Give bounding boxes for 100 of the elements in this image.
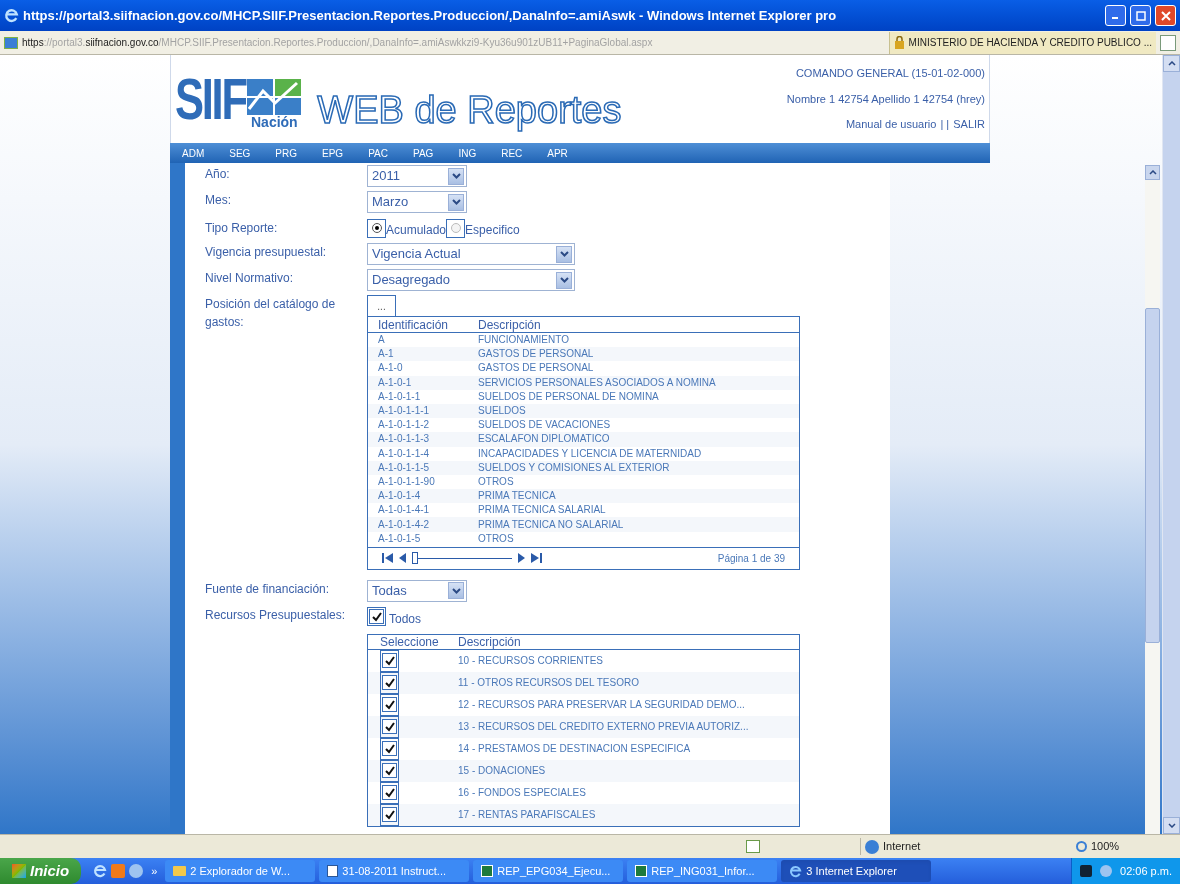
browse-button[interactable]: ...	[367, 295, 396, 317]
chart-logo-icon	[247, 79, 302, 115]
last-page-icon[interactable]	[531, 553, 542, 564]
page-slider-thumb[interactable]	[412, 552, 418, 565]
field-label: Fuente de financiación:	[205, 580, 331, 598]
nav-menu-item[interactable]: ADM	[182, 145, 205, 161]
overflow-chevron[interactable]: »	[151, 862, 158, 880]
checkbox[interactable]	[382, 675, 397, 691]
maximize-icon	[1135, 10, 1146, 21]
field-label: Posición del catálogo de gastos:	[205, 296, 337, 331]
compatibility-icon[interactable]	[1160, 34, 1176, 51]
table-cell-text: A-1-0-1-4-2	[378, 519, 431, 530]
page-icon	[4, 36, 18, 49]
header-link[interactable]: SALIR	[953, 116, 985, 133]
checkbox[interactable]	[369, 609, 384, 625]
table-cell: INCAPACIDADES Y LICENCIA DE MATERNIDAD	[478, 448, 702, 459]
security-zone-text: Internet	[883, 839, 921, 855]
table-cell-text: A-1-0	[378, 363, 404, 374]
table-cell-text: 12 - RECURSOS PARA PRESERVAR LA SEGURIDAD DEMO...	[458, 698, 745, 713]
nav-menu-item[interactable]: APR	[547, 145, 568, 161]
radio-button[interactable]	[450, 223, 461, 233]
checkbox[interactable]	[382, 785, 397, 801]
start-button[interactable]: Inicio	[0, 858, 82, 884]
taskbar-button[interactable]: 3 Internet Explorer	[781, 860, 932, 882]
table-cell: SERVICIOS PERSONALES ASOCIADOS A NOMINA	[478, 377, 716, 388]
header-link[interactable]: Manual de usuario	[845, 116, 937, 133]
table-cell: SUELDOS	[478, 406, 526, 417]
maximize-button[interactable]	[1130, 5, 1151, 26]
field-label: Tipo Reporte:	[205, 220, 279, 237]
spreadsheet-icon	[635, 865, 648, 877]
close-button[interactable]	[1155, 5, 1176, 26]
table-cell: FUNCIONAMIENTO	[478, 335, 569, 346]
next-page-icon[interactable]	[518, 553, 525, 564]
taskbar-button[interactable]: 2 Explorador de W...	[165, 860, 316, 882]
padlock-icon	[893, 36, 905, 49]
checkbox[interactable]	[382, 741, 397, 757]
checkbox[interactable]	[382, 807, 397, 823]
address-field[interactable]: https://portal3.siifnacion.gov.co/MHCP.SIIF.Presentacion.Reportes.Produccion/,DanaInfo=.amiAswkkzi9-Kyu36u901zUB11+PaginaGlobal.aspx	[22, 35, 885, 50]
field-label: Mes:	[205, 192, 232, 209]
table-cell-text: A-1-0-1-1	[378, 391, 422, 402]
logo-text: SIIF	[175, 69, 246, 129]
taskbar-button[interactable]: REP_ING031_Infor...	[627, 860, 778, 882]
nav-menu-item[interactable]: PAC	[368, 145, 388, 161]
dropdown-field[interactable]: Vigencia Actual	[367, 243, 575, 265]
browser-icon[interactable]	[93, 864, 108, 878]
field-label: Vigencia presupuestal:	[205, 244, 328, 261]
nav-menu-item[interactable]: REC	[501, 145, 523, 161]
table-cell-text: 17 - RENTAS PARAFISCALES	[458, 808, 596, 823]
folder-icon	[173, 866, 187, 876]
table-cell-text: 10 - RECURSOS CORRIENTES	[458, 654, 604, 669]
user-info-text: COMANDO GENERAL (15-01-02-000)	[795, 66, 985, 82]
browser-icon[interactable]	[789, 864, 803, 878]
nav-menu-item[interactable]: EPG	[322, 145, 344, 161]
table-cell-text: A-1-0-1	[378, 377, 413, 388]
dropdown-field[interactable]: 2011	[367, 165, 467, 187]
checkbox[interactable]	[382, 653, 397, 669]
table-cell-text: A-1-0-1-1-1	[378, 406, 431, 417]
dropdown-field[interactable]: Desagregado	[367, 269, 575, 291]
table-cell: PRIMA TECNICA	[478, 491, 556, 502]
table-cell: ESCALAFON DIPLOMATICO	[478, 434, 610, 445]
user-info-text: Nombre 1 42754 Apellido 1 42754 (hrey)	[786, 91, 985, 107]
table-cell-text: 14 - PRESTAMOS DE DESTINACION ESPECIFICA	[458, 742, 691, 757]
field-label: Año:	[205, 166, 231, 183]
scroll-down-icon[interactable]	[1163, 817, 1180, 834]
scroll-up-icon[interactable]	[1163, 55, 1180, 72]
checkbox[interactable]	[382, 763, 397, 779]
table-cell-text: A-1-0-1-1-5	[378, 462, 431, 473]
first-page-icon[interactable]	[382, 553, 393, 564]
scroll-thumb[interactable]	[1145, 308, 1160, 643]
column-header: Descripción	[458, 633, 521, 651]
table-cell: SUELDOS Y COMISIONES AL EXTERIOR	[478, 462, 670, 473]
spreadsheet-icon	[481, 865, 494, 877]
previous-page-icon[interactable]	[399, 553, 406, 564]
link-separator: | |	[940, 117, 950, 133]
checkbox[interactable]	[382, 697, 397, 713]
scrollbar[interactable]	[1162, 55, 1180, 834]
checkbox[interactable]	[382, 719, 397, 735]
scrollbar[interactable]	[1145, 165, 1160, 834]
table-cell: GASTOS DE PERSONAL	[478, 363, 594, 374]
taskbar-button[interactable]: REP_EPG034_Ejecu...	[473, 860, 624, 882]
browser-icon[interactable]	[4, 8, 19, 23]
nav-menu-item[interactable]: PRG	[275, 145, 298, 161]
security-badge[interactable]: MINISTERIO DE HACIENDA Y CREDITO PUBLICO ...	[888, 31, 1156, 54]
minimize-button[interactable]	[1105, 5, 1126, 26]
table-cell-text: 13 - RECURSOS DEL CREDITO EXTERNO PREVIA AUTORIZ...	[458, 720, 749, 735]
dropdown-field[interactable]: Todas	[367, 579, 467, 602]
table-cell-text: 16 - FONDOS ESPECIALES	[458, 786, 586, 801]
scroll-up-icon[interactable]	[1145, 165, 1160, 180]
table-cell-text: 11 - OTROS RECURSOS DEL TESORO	[458, 676, 639, 691]
table-cell-text: A	[378, 335, 386, 346]
nav-menu-item[interactable]: PAG	[413, 145, 434, 161]
zoom-level[interactable]: 100%	[1091, 838, 1120, 855]
table-cell-text: A-1-0-1-1-4	[378, 448, 431, 459]
field-label: Nivel Normativo:	[205, 270, 295, 287]
taskbar-button[interactable]: 31-08-2011 Instruct...	[319, 860, 470, 882]
nav-menu-item[interactable]: ING	[458, 145, 477, 161]
radio-button[interactable]	[371, 223, 382, 233]
table-cell-text: A-1	[378, 349, 395, 360]
dropdown-field[interactable]: Marzo	[367, 191, 467, 213]
nav-menu-item[interactable]: SEG	[229, 145, 251, 161]
